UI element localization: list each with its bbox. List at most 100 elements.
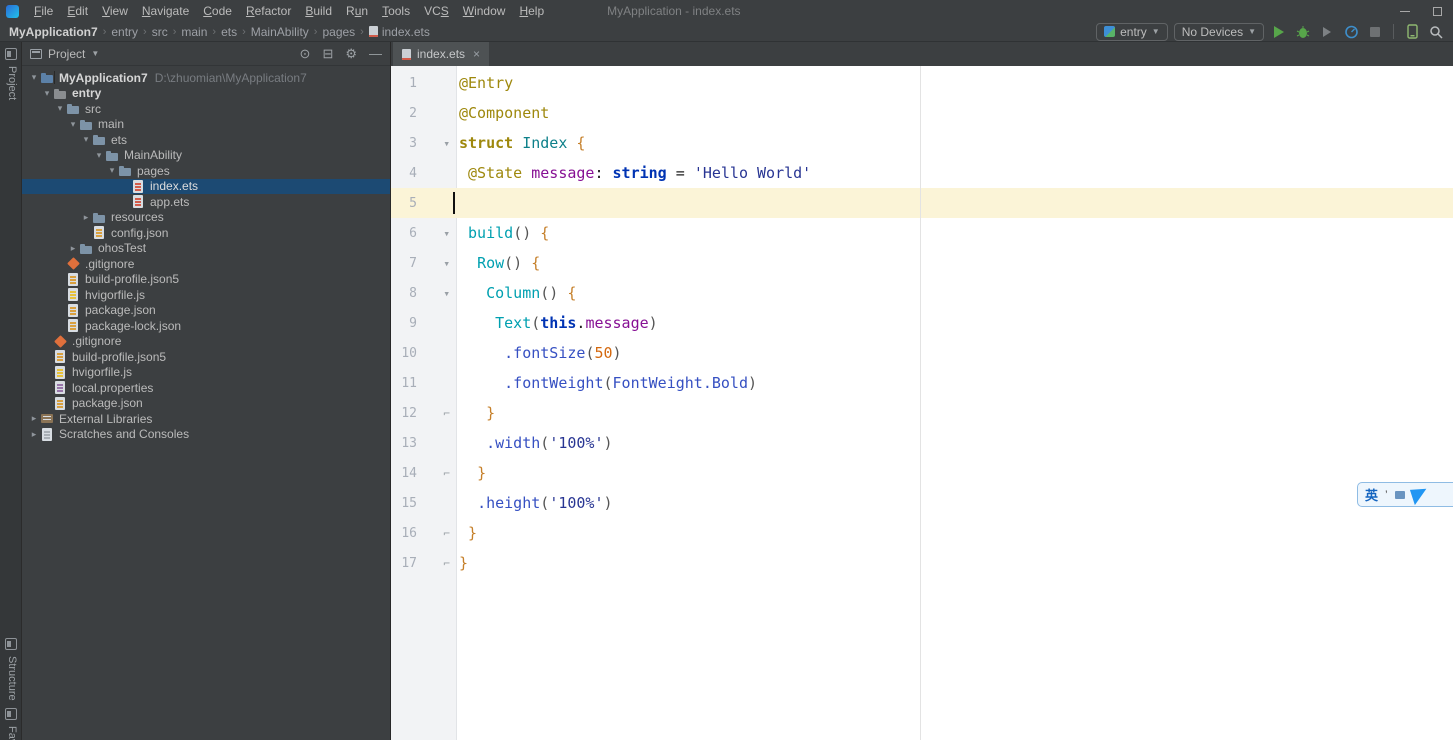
ime-logo-icon[interactable] — [1410, 484, 1430, 504]
device-select[interactable]: No Devices ▼ — [1174, 23, 1264, 41]
code-line-16[interactable]: } — [459, 518, 1453, 548]
gutter-line-17[interactable]: 17⌐ — [391, 548, 457, 578]
minimize-button[interactable] — [1389, 0, 1421, 22]
menu-window[interactable]: Window — [456, 4, 513, 18]
tree-row-main[interactable]: ▾main — [22, 117, 390, 133]
gutter-line-6[interactable]: 6▾ — [391, 218, 457, 248]
breadcrumb-item-entry[interactable]: entry — [110, 25, 139, 39]
chevron-collapsed-icon[interactable]: ▸ — [28, 413, 40, 424]
breadcrumb-item-MainAbility[interactable]: MainAbility — [250, 25, 310, 39]
gutter-line-16[interactable]: 16⌐ — [391, 518, 457, 548]
collapse-all-icon[interactable]: ⊟ — [322, 46, 333, 62]
gutter-line-15[interactable]: 15 — [391, 488, 457, 518]
gutter-line-9[interactable]: 9 — [391, 308, 457, 338]
tree-row-config.json[interactable]: config.json — [22, 225, 390, 241]
chevron-expanded-icon[interactable]: ▾ — [80, 134, 92, 145]
menu-file[interactable]: File — [27, 4, 60, 18]
breadcrumb-item-ets[interactable]: ets — [220, 25, 238, 39]
structure-tool-icon[interactable] — [5, 638, 17, 650]
code-line-6[interactable]: build() { — [459, 218, 1453, 248]
code-line-2[interactable]: @Component — [459, 98, 1453, 128]
gutter-line-4[interactable]: 4 — [391, 158, 457, 188]
project-panel-title[interactable]: Project — [48, 47, 85, 61]
code-line-7[interactable]: Row() { — [459, 248, 1453, 278]
code-line-13[interactable]: .width('100%') — [459, 428, 1453, 458]
tree-row-build-profile.json5[interactable]: build-profile.json5 — [22, 272, 390, 288]
code-line-3[interactable]: struct Index { — [459, 128, 1453, 158]
hide-panel-icon[interactable]: — — [369, 46, 382, 61]
code-line-4[interactable]: @State message: string = 'Hello World' — [459, 158, 1453, 188]
gutter-line-14[interactable]: 14⌐ — [391, 458, 457, 488]
fold-end-icon[interactable]: ⌐ — [417, 527, 457, 540]
gutter-line-5[interactable]: 5 — [391, 188, 457, 218]
breadcrumb-item-MyApplication7[interactable]: MyApplication7 — [8, 25, 99, 39]
fold-start-icon[interactable]: ▾ — [417, 227, 457, 240]
run-button[interactable] — [1270, 23, 1288, 41]
tree-row-ohosTest[interactable]: ▸ohosTest — [22, 241, 390, 257]
menu-view[interactable]: View — [95, 4, 135, 18]
profiler-button[interactable] — [1342, 23, 1360, 41]
code-line-1[interactable]: @Entry — [459, 68, 1453, 98]
tree-row-hvigorfile.js[interactable]: hvigorfile.js — [22, 287, 390, 303]
tree-row-.gitignore[interactable]: .gitignore — [22, 256, 390, 272]
stop-button[interactable] — [1366, 23, 1384, 41]
run-configuration-select[interactable]: entry ▼ — [1096, 23, 1168, 41]
gutter-line-1[interactable]: 1 — [391, 68, 457, 98]
maximize-button[interactable] — [1421, 0, 1453, 22]
chevron-down-icon[interactable]: ▼ — [91, 49, 99, 58]
menu-help[interactable]: Help — [512, 4, 551, 18]
gutter-line-13[interactable]: 13 — [391, 428, 457, 458]
fold-start-icon[interactable]: ▾ — [417, 257, 457, 270]
chevron-collapsed-icon[interactable]: ▸ — [80, 212, 92, 223]
chevron-collapsed-icon[interactable]: ▸ — [67, 243, 79, 254]
device-manager-button[interactable] — [1403, 23, 1421, 41]
tree-row-External Libraries[interactable]: ▸External Libraries — [22, 411, 390, 427]
menu-tools[interactable]: Tools — [375, 4, 417, 18]
menu-code[interactable]: Code — [196, 4, 239, 18]
menu-build[interactable]: Build — [298, 4, 339, 18]
tree-row-Scratches and Consoles[interactable]: ▸Scratches and Consoles — [22, 427, 390, 443]
tree-row-package.json[interactable]: package.json — [22, 396, 390, 412]
tree-row-local.properties[interactable]: local.properties — [22, 380, 390, 396]
code-line-15[interactable]: .height('100%') — [459, 488, 1453, 518]
debug-button[interactable] — [1294, 23, 1312, 41]
menu-edit[interactable]: Edit — [60, 4, 95, 18]
tree-row-entry[interactable]: ▾entry — [22, 86, 390, 102]
close-icon[interactable]: × — [473, 47, 480, 61]
project-tool-icon[interactable] — [5, 48, 17, 60]
tree-row-pages[interactable]: ▾pages — [22, 163, 390, 179]
chevron-expanded-icon[interactable]: ▾ — [41, 88, 53, 99]
fold-end-icon[interactable]: ⌐ — [417, 407, 457, 420]
gutter-line-2[interactable]: 2 — [391, 98, 457, 128]
breadcrumb-item-src[interactable]: src — [151, 25, 169, 39]
code-line-12[interactable]: } — [459, 398, 1453, 428]
fold-start-icon[interactable]: ▾ — [417, 137, 457, 150]
fold-end-icon[interactable]: ⌐ — [417, 557, 457, 570]
code-line-11[interactable]: .fontWeight(FontWeight.Bold) — [459, 368, 1453, 398]
tree-row-MainAbility[interactable]: ▾MainAbility — [22, 148, 390, 164]
menu-navigate[interactable]: Navigate — [135, 4, 196, 18]
tool-stripe-favorites[interactable]: Favorites — [6, 726, 18, 740]
code-line-8[interactable]: Column() { — [459, 278, 1453, 308]
breadcrumb-item-pages[interactable]: pages — [321, 25, 356, 39]
fold-end-icon[interactable]: ⌐ — [417, 467, 457, 480]
chevron-collapsed-icon[interactable]: ▸ — [28, 429, 40, 440]
gutter-line-10[interactable]: 10 — [391, 338, 457, 368]
breadcrumb-item-main[interactable]: main — [180, 25, 208, 39]
tree-row-.gitignore[interactable]: .gitignore — [22, 334, 390, 350]
tree-row-hvigorfile.js[interactable]: hvigorfile.js — [22, 365, 390, 381]
tree-row-app.ets[interactable]: app.ets — [22, 194, 390, 210]
tree-row-src[interactable]: ▾src — [22, 101, 390, 117]
chevron-expanded-icon[interactable]: ▾ — [28, 72, 40, 83]
gutter-line-7[interactable]: 7▾ — [391, 248, 457, 278]
favorites-tool-icon[interactable] — [5, 708, 17, 720]
tree-row-index.ets[interactable]: index.ets — [22, 179, 390, 195]
code-line-10[interactable]: .fontSize(50) — [459, 338, 1453, 368]
chevron-expanded-icon[interactable]: ▾ — [54, 103, 66, 114]
menu-run[interactable]: Run — [339, 4, 375, 18]
chevron-expanded-icon[interactable]: ▾ — [93, 150, 105, 161]
tree-row-package.json[interactable]: package.json — [22, 303, 390, 319]
settings-gear-icon[interactable]: ⚙ — [345, 46, 357, 62]
gutter-line-3[interactable]: 3▾ — [391, 128, 457, 158]
tree-row-build-profile.json5[interactable]: build-profile.json5 — [22, 349, 390, 365]
